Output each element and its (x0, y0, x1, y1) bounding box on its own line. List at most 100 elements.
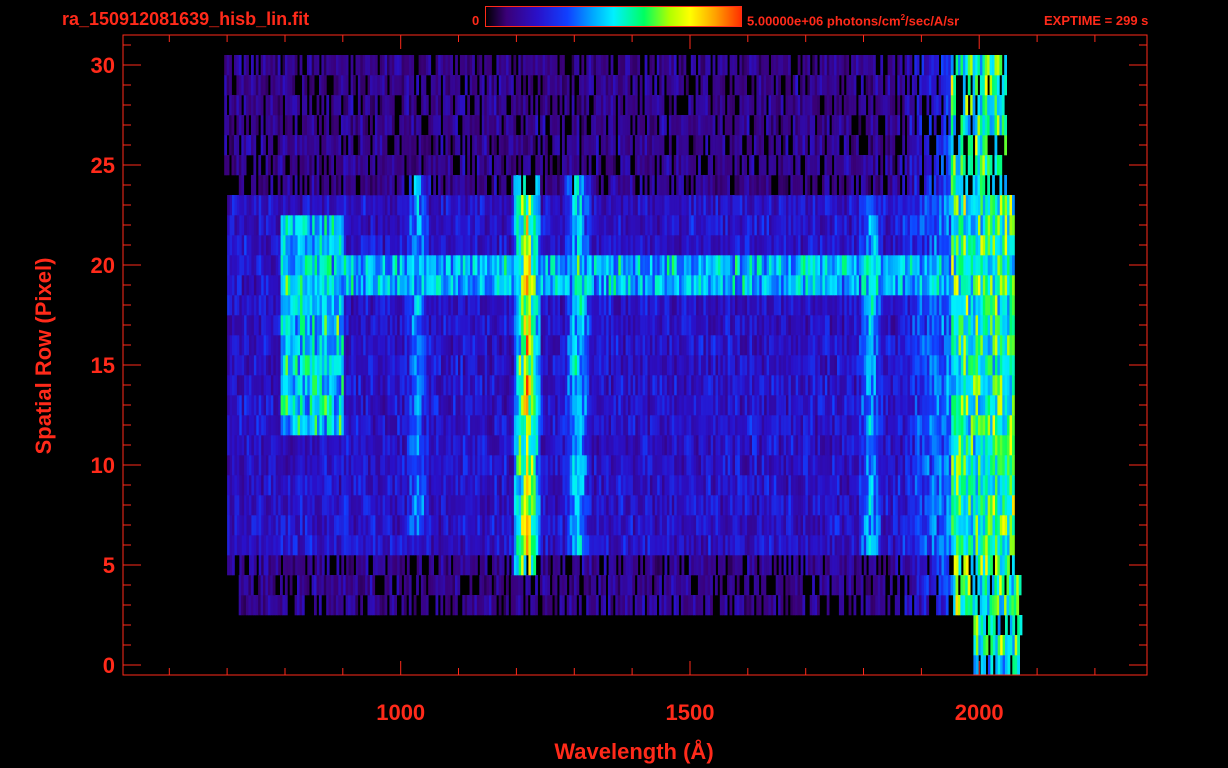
heatmap-cell (421, 475, 425, 496)
heatmap-cell (465, 555, 469, 576)
heatmap-cell (863, 455, 867, 476)
heatmap-cell (883, 415, 886, 436)
heatmap-cell (470, 395, 473, 416)
heatmap-cell (348, 515, 352, 536)
heatmap-cell (351, 415, 354, 436)
heatmap-cell (574, 315, 578, 336)
heatmap-cell (985, 495, 988, 516)
heatmap-cell (270, 435, 274, 456)
heatmap-cell (392, 435, 396, 456)
heatmap-cell (812, 355, 816, 376)
heatmap-cell (530, 515, 534, 536)
heatmap-cell (586, 295, 590, 316)
heatmap-cell (433, 435, 437, 456)
heatmap-cell (343, 495, 347, 516)
heatmap-cell (1012, 335, 1015, 356)
heatmap-cell (613, 555, 617, 576)
heatmap-cell (722, 455, 726, 476)
heatmap-cell (263, 455, 267, 476)
heatmap-cell (596, 395, 600, 416)
heatmap-cell (389, 455, 393, 476)
heatmap-cell (788, 355, 792, 376)
heatmap-cell (666, 335, 670, 356)
heatmap-cell (958, 295, 962, 316)
heatmap-cell (754, 295, 758, 316)
heatmap-cell (946, 555, 950, 576)
heatmap-cell (555, 295, 558, 316)
heatmap-cell (321, 475, 325, 496)
heatmap-cell (547, 395, 551, 416)
heatmap-cell (742, 515, 746, 536)
heatmap-cell (681, 355, 685, 376)
heatmap-cell (883, 495, 886, 516)
heatmap-cell (637, 355, 641, 376)
heatmap-cell (663, 595, 667, 616)
heatmap-cell (936, 415, 940, 436)
heatmap-cell (615, 435, 619, 456)
heatmap-cell (435, 595, 439, 616)
heatmap-cell (319, 355, 323, 376)
heatmap-cell (564, 315, 568, 336)
heatmap-cell (683, 435, 687, 456)
heatmap-cell (666, 455, 670, 476)
heatmap-cell (683, 595, 687, 616)
heatmap-cell (244, 475, 247, 496)
heatmap-cell (705, 475, 709, 496)
heatmap-cell (355, 535, 359, 556)
heatmap-cell (555, 515, 558, 536)
heatmap-cell (596, 515, 600, 536)
heatmap-cell (807, 435, 811, 456)
heatmap-cell (941, 295, 945, 316)
heatmap-cell (552, 495, 556, 516)
heatmap-cell (737, 475, 741, 496)
heatmap-cell (618, 455, 622, 476)
heatmap-cell (530, 355, 534, 376)
heatmap-cell (652, 295, 656, 316)
heatmap-cell (394, 375, 398, 396)
heatmap-cell (769, 395, 772, 416)
heatmap-cell (584, 475, 588, 496)
heatmap-cell (317, 395, 320, 416)
heatmap-cell (501, 455, 505, 476)
heatmap-cell (941, 375, 945, 396)
heatmap-cell (841, 395, 845, 416)
heatmap-cell (666, 475, 670, 496)
heatmap-cell (810, 295, 814, 316)
heatmap-cell (1011, 595, 1015, 616)
heatmap-cell (793, 335, 797, 356)
heatmap-cell (426, 515, 430, 536)
heatmap-cell (331, 595, 334, 616)
heatmap-cell (868, 455, 872, 476)
heatmap-cell (574, 495, 578, 516)
heatmap-cell (234, 475, 238, 496)
heatmap-cell (389, 435, 393, 456)
heatmap-cell (241, 555, 245, 576)
heatmap-cell (234, 495, 238, 516)
heatmap-cell (943, 435, 947, 456)
heatmap-cell (253, 555, 257, 576)
heatmap-cell (919, 315, 923, 336)
heatmap-cell (727, 495, 731, 516)
heatmap-cell (268, 415, 272, 436)
heatmap-cell (696, 375, 699, 396)
heatmap-cell (309, 555, 313, 576)
heatmap-cell (584, 295, 588, 316)
heatmap-cell (805, 475, 809, 496)
heatmap-cell (489, 375, 493, 396)
heatmap-cell (683, 375, 687, 396)
heatmap-cell (353, 375, 357, 396)
heatmap-cell (501, 415, 505, 436)
heatmap-cell (701, 455, 704, 476)
heatmap-cell (577, 355, 580, 376)
heatmap-cell (295, 515, 298, 536)
heatmap-cell (771, 415, 775, 436)
heatmap-cell (657, 395, 660, 416)
heatmap-cell (635, 375, 639, 396)
heatmap-cell (341, 315, 345, 336)
heatmap-cell (671, 435, 675, 456)
heatmap-cell (810, 495, 814, 516)
heatmap-cell (445, 555, 449, 576)
heatmap-cell (518, 595, 521, 616)
heatmap-cell (579, 315, 583, 336)
heatmap-cell (654, 335, 658, 356)
